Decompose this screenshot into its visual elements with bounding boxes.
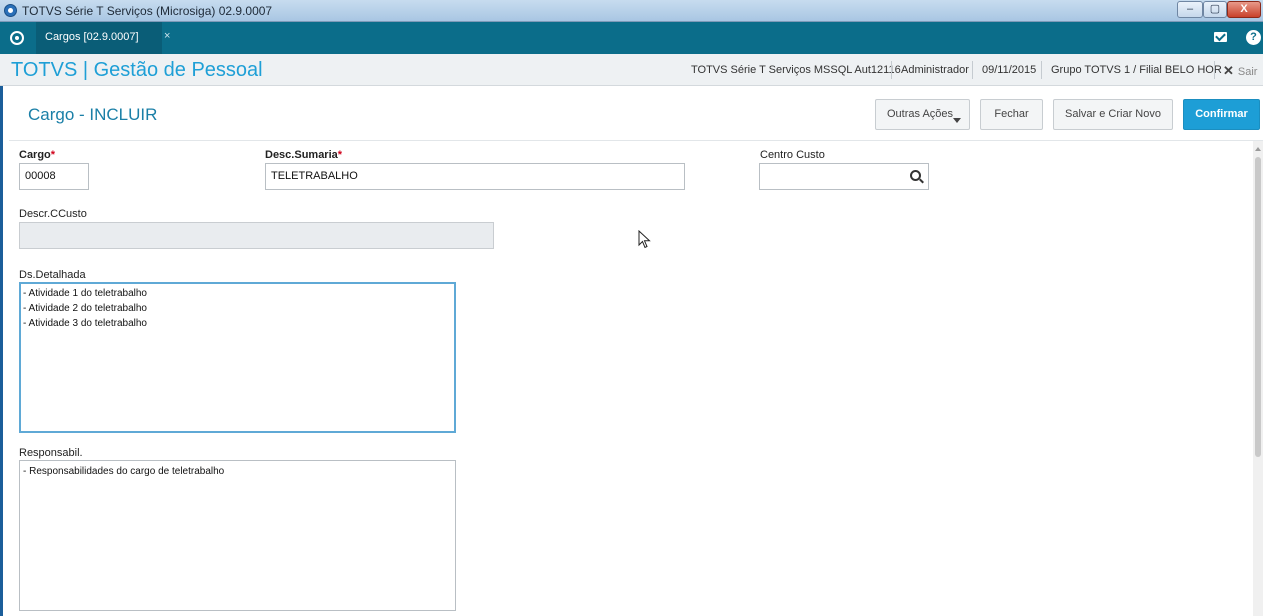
- header-divider: [891, 61, 892, 79]
- textarea-line: - Atividade 3 do teletrabalho: [23, 318, 147, 329]
- minimize-button[interactable]: –: [1177, 1, 1203, 18]
- window-title: TOTVS Série T Serviços (Microsiga) 02.9.…: [22, 4, 273, 18]
- ds-detalhada-textarea[interactable]: - Atividade 1 do teletrabalho - Atividad…: [19, 282, 456, 433]
- exit-button[interactable]: ✕ Sair: [1223, 63, 1257, 79]
- textarea-line: - Responsabilidades do cargo de teletrab…: [23, 466, 225, 477]
- app-title: TOTVS | Gestão de Pessoal: [11, 59, 263, 81]
- maximize-button[interactable]: ▢: [1203, 1, 1227, 18]
- desc-sumaria-field[interactable]: TELETRABALHO: [265, 163, 685, 190]
- app-header: TOTVS | Gestão de Pessoal TOTVS Série T …: [0, 54, 1263, 86]
- ds-detalhada-label: Ds.Detalhada: [19, 269, 86, 281]
- branch-info: Grupo TOTVS 1 / Filial BELO HOR: [1051, 64, 1222, 76]
- centro-custo-field[interactable]: [759, 163, 929, 190]
- cargo-field[interactable]: 00008: [19, 163, 89, 190]
- save-and-new-button[interactable]: Salvar e Criar Novo: [1053, 99, 1173, 130]
- home-icon[interactable]: [10, 31, 24, 45]
- search-icon[interactable]: [910, 170, 921, 181]
- textarea-line: - Atividade 2 do teletrabalho: [23, 303, 147, 314]
- left-edge: [0, 86, 3, 616]
- responsabil-textarea[interactable]: - Responsabilidades do cargo de teletrab…: [19, 460, 456, 611]
- app-logo-icon: [4, 4, 17, 17]
- tab-label: Cargos [02.9.0007]: [45, 31, 139, 43]
- confirm-button[interactable]: Confirmar: [1183, 99, 1260, 130]
- caret-down-icon: [953, 118, 961, 123]
- header-divider: [972, 61, 973, 79]
- desc-sumaria-label: Desc.Sumaria*: [265, 149, 342, 161]
- exit-label: Sair: [1237, 66, 1258, 78]
- mail-icon[interactable]: [1214, 32, 1227, 42]
- close-button[interactable]: Fechar: [980, 99, 1043, 130]
- date-info: 09/11/2015: [982, 64, 1037, 76]
- responsabil-label: Responsabil.: [19, 447, 83, 459]
- descr-ccusto-field: [19, 222, 494, 249]
- header-divider: [1214, 61, 1215, 79]
- mouse-cursor-icon: [638, 230, 651, 249]
- scrollbar-thumb[interactable]: [1255, 157, 1261, 457]
- required-mark: *: [337, 149, 343, 161]
- help-icon[interactable]: ?: [1246, 30, 1261, 45]
- other-actions-label: Outras Ações: [887, 108, 954, 120]
- close-icon: ✕: [1223, 63, 1234, 78]
- user-info: Administrador: [901, 64, 969, 76]
- cargo-label-text: Cargo: [19, 149, 51, 161]
- textarea-line: - Atividade 1 do teletrabalho: [23, 288, 147, 299]
- close-window-button[interactable]: X: [1227, 1, 1261, 18]
- desc-sumaria-label-text: Desc.Sumaria: [265, 149, 338, 161]
- environment-info: TOTVS Série T Serviços MSSQL Aut12116: [691, 64, 901, 76]
- cargo-label: Cargo*: [19, 149, 55, 161]
- centro-custo-label: Centro Custo: [760, 149, 825, 161]
- required-mark: *: [50, 149, 56, 161]
- tab-bar: Cargos [02.9.0007] × ?: [0, 22, 1263, 54]
- vertical-scrollbar[interactable]: [1253, 141, 1263, 616]
- other-actions-button[interactable]: Outras Ações: [875, 99, 970, 130]
- window-title-bar: TOTVS Série T Serviços (Microsiga) 02.9.…: [0, 0, 1263, 22]
- tab-cargos[interactable]: Cargos [02.9.0007] ×: [36, 22, 170, 54]
- page-header: Cargo - INCLUIR Outras Ações Fechar Salv…: [9, 89, 1263, 141]
- header-divider: [1041, 61, 1042, 79]
- scroll-up-icon[interactable]: [1255, 147, 1261, 151]
- tab-close-icon[interactable]: ×: [164, 30, 170, 42]
- descr-ccusto-label: Descr.CCusto: [19, 208, 87, 220]
- page-title: Cargo - INCLUIR: [28, 105, 158, 124]
